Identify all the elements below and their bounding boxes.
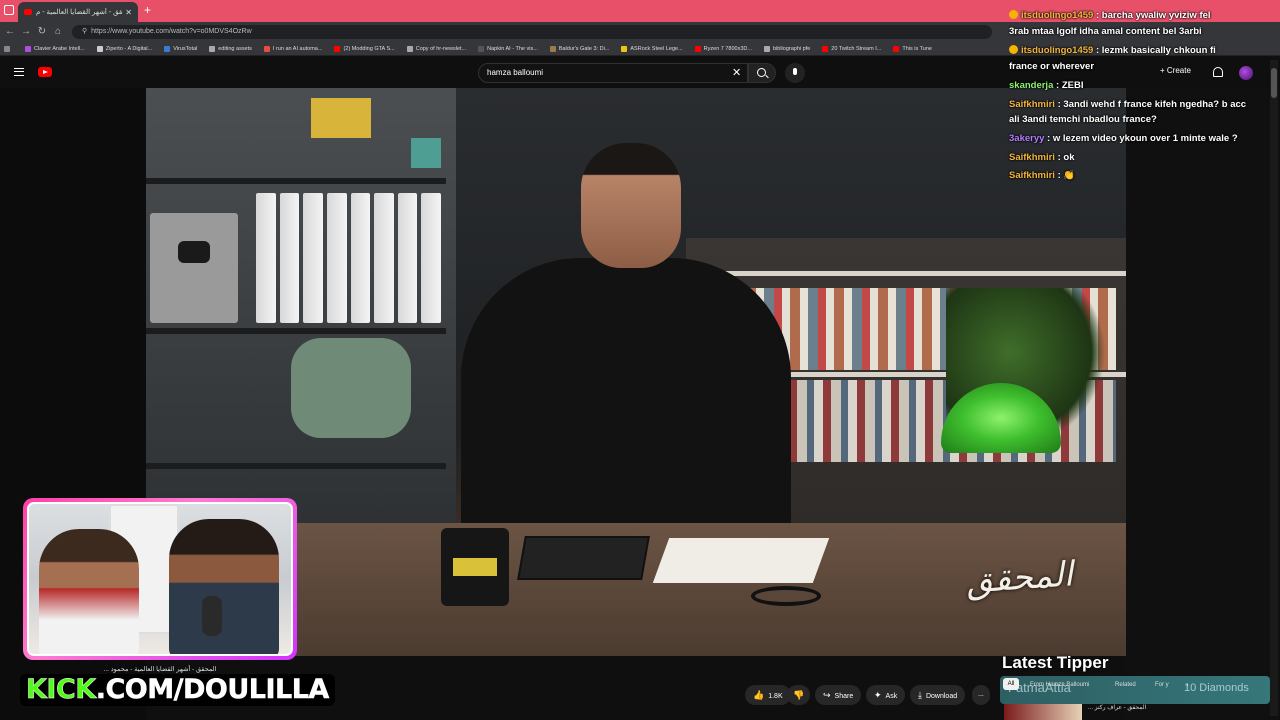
menu-icon[interactable] (14, 68, 24, 76)
share-icon: ↪ (823, 690, 831, 700)
search-icon (757, 68, 766, 77)
dislike-button[interactable]: 👎 (787, 685, 811, 705)
bookmark-item[interactable]: Ziperto - A Digital... (96, 45, 152, 52)
chat-message: Saifkhmiri : 👏 (1009, 170, 1076, 181)
bookmark-item[interactable]: Napkin AI - The vis... (478, 45, 538, 52)
streamer-left (39, 529, 139, 654)
close-tab-icon[interactable]: ✕ (125, 8, 132, 17)
chat-badge-icon (1009, 10, 1018, 19)
bookmark-item[interactable]: 20 Twitch Stream I... (822, 45, 881, 52)
chat-message: Saifkhmiri : 3andi wehd f france kifeh n… (1009, 99, 1247, 110)
download-button[interactable]: ⤓ Download (910, 685, 966, 705)
notifications-bell-icon[interactable] (1213, 67, 1223, 77)
share-button[interactable]: ↪ Share (815, 685, 862, 705)
play-button-award-icon (150, 213, 238, 323)
chat-badge-icon (1009, 45, 1018, 54)
bookmark-item[interactable]: Copy of hr-newslet... (406, 45, 466, 52)
show-logo-watermark: المحقق (964, 554, 1075, 602)
thumbs-down-icon: 👎 (793, 690, 805, 700)
like-button[interactable]: 👍 1.8K (745, 685, 791, 705)
forward-icon[interactable]: → (20, 25, 32, 39)
bookmark-item[interactable]: Clavier Arabe Intell... (25, 45, 85, 52)
chat-message: skanderja : ZEBI (1009, 80, 1084, 91)
account-avatar[interactable] (1239, 66, 1253, 80)
chat-message: 3rab mtaa lgolf idha amal content bel 3a… (1009, 26, 1202, 37)
bookmark-item[interactable]: Baldur's Gate 3: Di... (549, 45, 609, 52)
url-field[interactable]: ⚲ https://www.youtube.com/watch?v=o0MDVS4… (72, 25, 992, 39)
home-icon[interactable]: ⌂ (52, 25, 64, 39)
create-button[interactable]: + Create (1160, 66, 1191, 75)
back-icon[interactable]: ← (4, 25, 16, 39)
chips-next-icon[interactable]: › (1186, 679, 1189, 691)
page-scrollbar[interactable] (1270, 60, 1278, 716)
chat-message: itsduolingo1459 : lezmk basically chkoun… (1009, 45, 1216, 56)
bookmark-item[interactable]: editing assets (209, 45, 252, 52)
youtube-favicon-icon (24, 9, 32, 15)
new-tab-icon[interactable]: + (144, 3, 151, 17)
latest-tipper-label: Latest Tipper (1002, 653, 1109, 672)
site-info-icon[interactable]: ⚲ (82, 28, 87, 35)
bookmark-item[interactable]: bibliographi pfe (763, 45, 810, 52)
more-actions-button[interactable]: ... (972, 685, 990, 705)
youtube-logo-icon[interactable] (38, 67, 52, 77)
thumbs-up-icon: 👍 (753, 690, 765, 700)
tab-title: المحقق - أشهر القضايا العالمية - م... (36, 9, 123, 16)
screen: المحقق - أشهر القضايا العالمية - م... ✕ … (0, 0, 1280, 720)
right-panel (1126, 88, 1280, 720)
search-button[interactable] (748, 63, 776, 83)
related-video-title[interactable]: المحقق - عراف ركتز ... (1088, 704, 1146, 711)
streamer-right (169, 519, 279, 654)
chip-from-channel[interactable]: From Hamza Balloumi (1030, 679, 1089, 691)
browser-menu-icon[interactable] (4, 5, 14, 15)
apps-icon[interactable] (4, 45, 13, 52)
chat-message: Saifkhmiri : ok (1009, 152, 1075, 163)
chip-related[interactable]: Related (1115, 679, 1136, 691)
chat-message: ali 3andi temchi nbadlou france? (1009, 114, 1157, 125)
bookmark-item[interactable]: VirusTotal (164, 45, 197, 52)
related-video-thumbnail[interactable] (1004, 704, 1082, 720)
url-text: https://www.youtube.com/watch?v=o0MDVS4O… (91, 28, 252, 35)
more-icon: ... (978, 691, 984, 698)
tipper-amount: 10 Diamonds (1184, 682, 1249, 694)
chip-all[interactable]: All (1003, 678, 1019, 690)
bookmark-item[interactable]: ASRock Steel Lege... (621, 45, 683, 52)
bookmark-item[interactable]: I run an AI automa... (263, 45, 322, 52)
chat-message: france or wherever (1009, 61, 1095, 72)
scrollbar-thumb[interactable] (1271, 68, 1277, 98)
browser-tab-active[interactable]: المحقق - أشهر القضايا العالمية - م... ✕ (18, 2, 138, 22)
chat-message: 3akeryy : w lezem video ykoun over 1 min… (1009, 133, 1238, 144)
bookmark-item[interactable]: This is Tune (893, 45, 932, 52)
download-icon: ⤓ (918, 690, 922, 700)
search-input[interactable]: hamza balloumi (478, 63, 748, 83)
microphone-icon (202, 596, 222, 636)
bookmark-item[interactable]: (2) Modding GTA S... (334, 45, 395, 52)
sparkle-icon: ✦ (874, 690, 882, 700)
clear-search-icon[interactable]: ✕ (732, 66, 741, 79)
webcam-overlay (23, 498, 297, 660)
reload-icon[interactable]: ↻ (36, 25, 48, 39)
voice-search-icon[interactable] (785, 63, 805, 83)
chat-message: itsduolingo1459 : barcha ywaliw yviziw f… (1009, 10, 1211, 21)
bookmark-item[interactable]: Ryzen 7 7800x3D... (694, 45, 752, 52)
kick-channel-banner: KICK.COM/DOULILLA (20, 674, 335, 706)
ask-button[interactable]: ✦ Ask (866, 685, 906, 705)
chip-for-you[interactable]: For y (1155, 679, 1169, 691)
